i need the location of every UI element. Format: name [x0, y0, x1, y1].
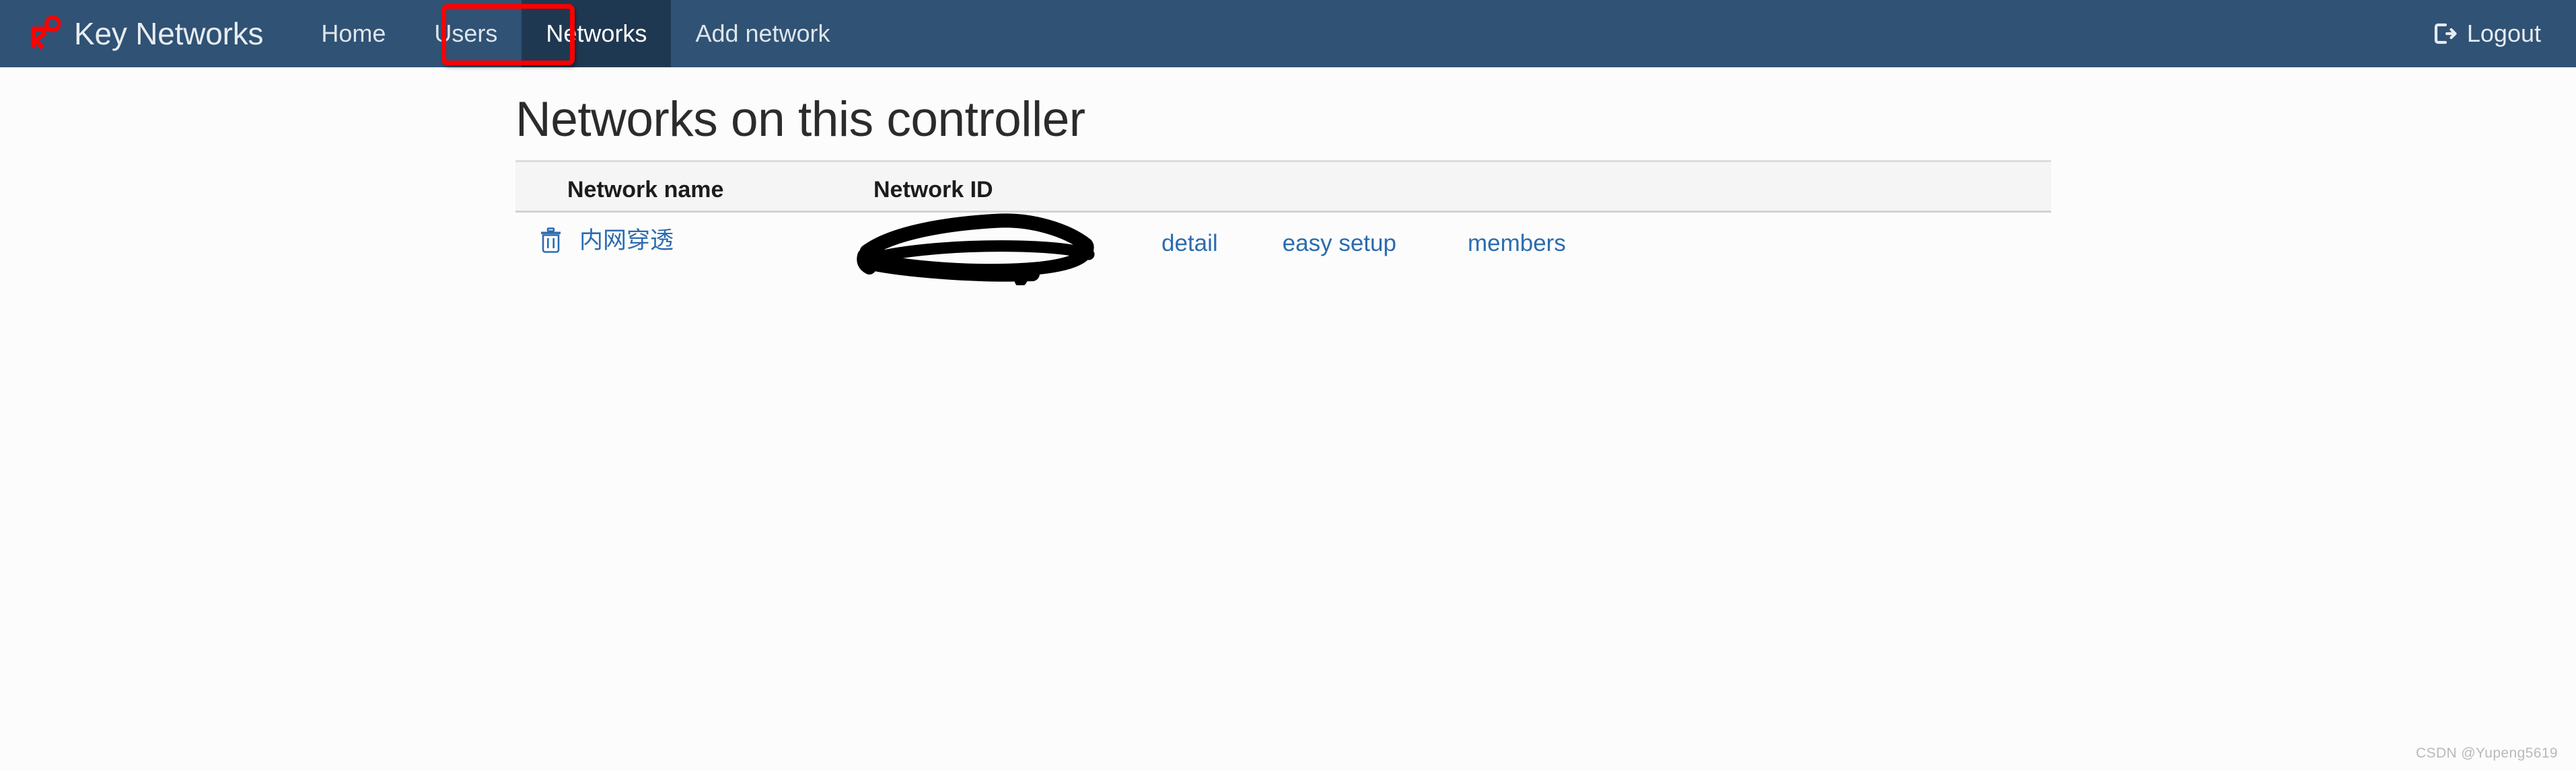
column-header-network-name: Network name	[567, 177, 724, 203]
table-row: 内网穿透 detail easy setup members	[515, 213, 2051, 285]
brand-link[interactable]: Key Networks	[0, 0, 278, 67]
key-icon	[26, 16, 61, 51]
top-navbar: Key Networks Home Users Networks Add net…	[0, 0, 2576, 67]
brand-label: Key Networks	[74, 16, 264, 51]
nav-item-add-network[interactable]: Add network	[671, 0, 854, 67]
app-window: Key Networks Home Users Networks Add net…	[0, 0, 2576, 771]
watermark: CSDN @Yupeng5619	[2415, 745, 2558, 761]
column-header-network-id: Network ID	[873, 177, 993, 203]
cell-network-name: 内网穿透	[540, 227, 674, 253]
nav-links: Home Users Networks Add network	[297, 0, 854, 67]
page-title: Networks on this controller	[515, 92, 1085, 147]
cell-row-actions: detail easy setup members	[1161, 231, 1566, 255]
logout-label: Logout	[2466, 20, 2541, 47]
networks-table: Network name Network ID 内网穿透 detail easy…	[515, 160, 2051, 285]
action-members-link[interactable]: members	[1468, 231, 1566, 255]
table-header-row: Network name Network ID	[515, 160, 2051, 213]
action-easy-setup-link[interactable]: easy setup	[1283, 231, 1396, 255]
nav-item-home[interactable]: Home	[297, 0, 410, 67]
navbar-spacer	[855, 0, 2412, 67]
nav-item-users[interactable]: Users	[410, 0, 522, 67]
trash-icon[interactable]	[540, 227, 562, 253]
sign-out-icon	[2432, 21, 2458, 46]
action-detail-link[interactable]: detail	[1161, 231, 1218, 255]
network-id-redaction-scribble	[852, 206, 1121, 285]
logout-button[interactable]: Logout	[2412, 0, 2576, 67]
nav-item-networks[interactable]: Networks	[522, 0, 672, 67]
network-name-link[interactable]: 内网穿透	[579, 229, 674, 252]
